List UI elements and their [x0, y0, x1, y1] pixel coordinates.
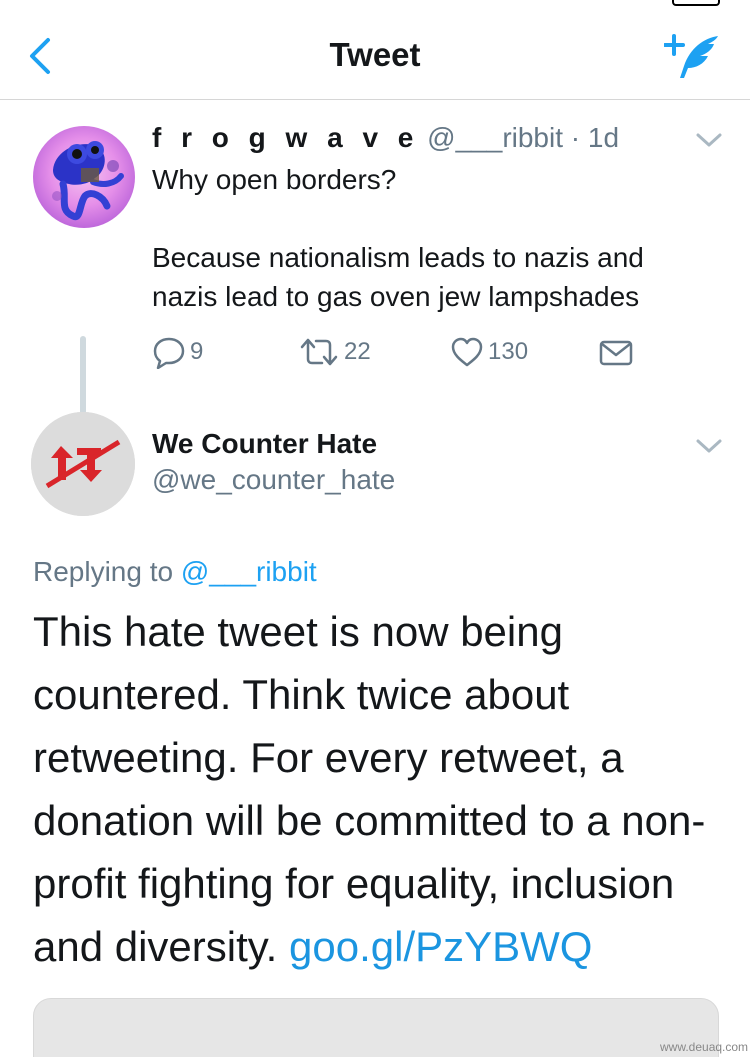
parent-tweet[interactable]: f r o g w a v e @___ribbit · 1d Why open… — [0, 100, 750, 508]
compose-tweet-icon — [663, 34, 718, 78]
tweet-text: Why open borders? Because nationalism le… — [152, 160, 722, 316]
user-handle[interactable]: @___ribbit — [427, 122, 563, 153]
tweet-text-line: Why open borders? — [152, 164, 397, 195]
user-handle[interactable]: @we_counter_hate — [152, 464, 395, 496]
chevron-down-icon — [696, 439, 722, 453]
frog-avatar-image — [33, 126, 135, 228]
replying-to: Replying to @___ribbit — [33, 556, 317, 588]
reply-icon — [153, 337, 185, 369]
tweet-options-button[interactable] — [694, 436, 724, 456]
separator-dot: · — [570, 122, 581, 153]
reply-count: 9 — [190, 338, 204, 365]
tweet-text: This hate tweet is now being countered. … — [33, 600, 723, 978]
timestamp[interactable]: 1d — [588, 122, 619, 153]
tweet-header: f r o g w a v e @___ribbit · 1d — [152, 122, 619, 154]
tweet-text-line: Because nationalism leads to nazis and — [152, 242, 644, 273]
direct-message-button[interactable] — [598, 332, 638, 372]
page-title: Tweet — [329, 36, 421, 73]
navigation-bar: Tweet — [0, 14, 750, 100]
tweet-text-line — [152, 199, 722, 238]
retweet-icon — [300, 338, 338, 366]
like-button[interactable]: 130 — [450, 332, 528, 372]
media-preview[interactable] — [33, 998, 719, 1057]
watermark-text: www.deuaq.com — [660, 1040, 749, 1054]
display-name[interactable]: f r o g w a v e — [152, 122, 419, 153]
reply-button[interactable]: 9 — [152, 332, 203, 372]
replying-to-label: Replying to — [33, 556, 174, 587]
compose-button[interactable] — [663, 32, 724, 84]
display-name[interactable]: We Counter Hate — [152, 428, 377, 460]
focused-tweet: We Counter Hate @we_counter_hate Replyin… — [0, 410, 750, 1057]
status-bar — [0, 0, 750, 14]
battery-icon — [672, 0, 720, 6]
tweet-options-button[interactable] — [694, 130, 724, 150]
chevron-down-icon — [696, 133, 722, 147]
tweet-actions: 9 22 130 — [152, 332, 642, 372]
tweet-body: This hate tweet is now being countered. … — [33, 608, 706, 970]
tweet-link[interactable]: goo.gl/PzYBWQ — [289, 923, 592, 970]
we-counter-hate-logo-icon — [31, 412, 135, 516]
replying-to-handle-link[interactable]: @___ribbit — [181, 556, 317, 587]
retweet-count: 22 — [344, 338, 371, 365]
like-count: 130 — [488, 338, 529, 365]
avatar[interactable] — [31, 412, 135, 516]
envelope-icon — [599, 340, 633, 366]
avatar[interactable] — [33, 126, 135, 228]
tweet-text-line: nazis lead to gas oven jew lampshades — [152, 281, 640, 312]
retweet-button[interactable]: 22 — [298, 332, 371, 372]
heart-icon — [451, 337, 483, 367]
